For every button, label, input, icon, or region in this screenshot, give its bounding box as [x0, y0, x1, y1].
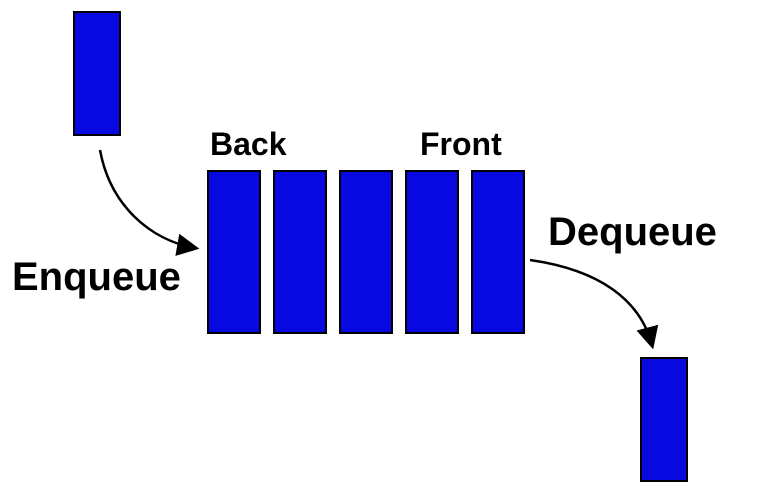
enqueue-label: Enqueue — [12, 255, 181, 300]
dequeue-label: Dequeue — [548, 210, 717, 255]
enqueue-arrow-icon — [100, 150, 195, 248]
dequeue-arrow-icon — [530, 260, 652, 345]
incoming-block — [73, 11, 121, 136]
back-label: Back — [210, 126, 287, 163]
front-label: Front — [420, 126, 502, 163]
queue-slot-front — [471, 170, 525, 334]
outgoing-block — [640, 357, 688, 482]
queue-slot-back — [207, 170, 261, 334]
queue-diagram: Back Front Enqueue Dequeue — [0, 0, 768, 503]
queue-slot — [405, 170, 459, 334]
queue-slot — [273, 170, 327, 334]
queue-slot — [339, 170, 393, 334]
